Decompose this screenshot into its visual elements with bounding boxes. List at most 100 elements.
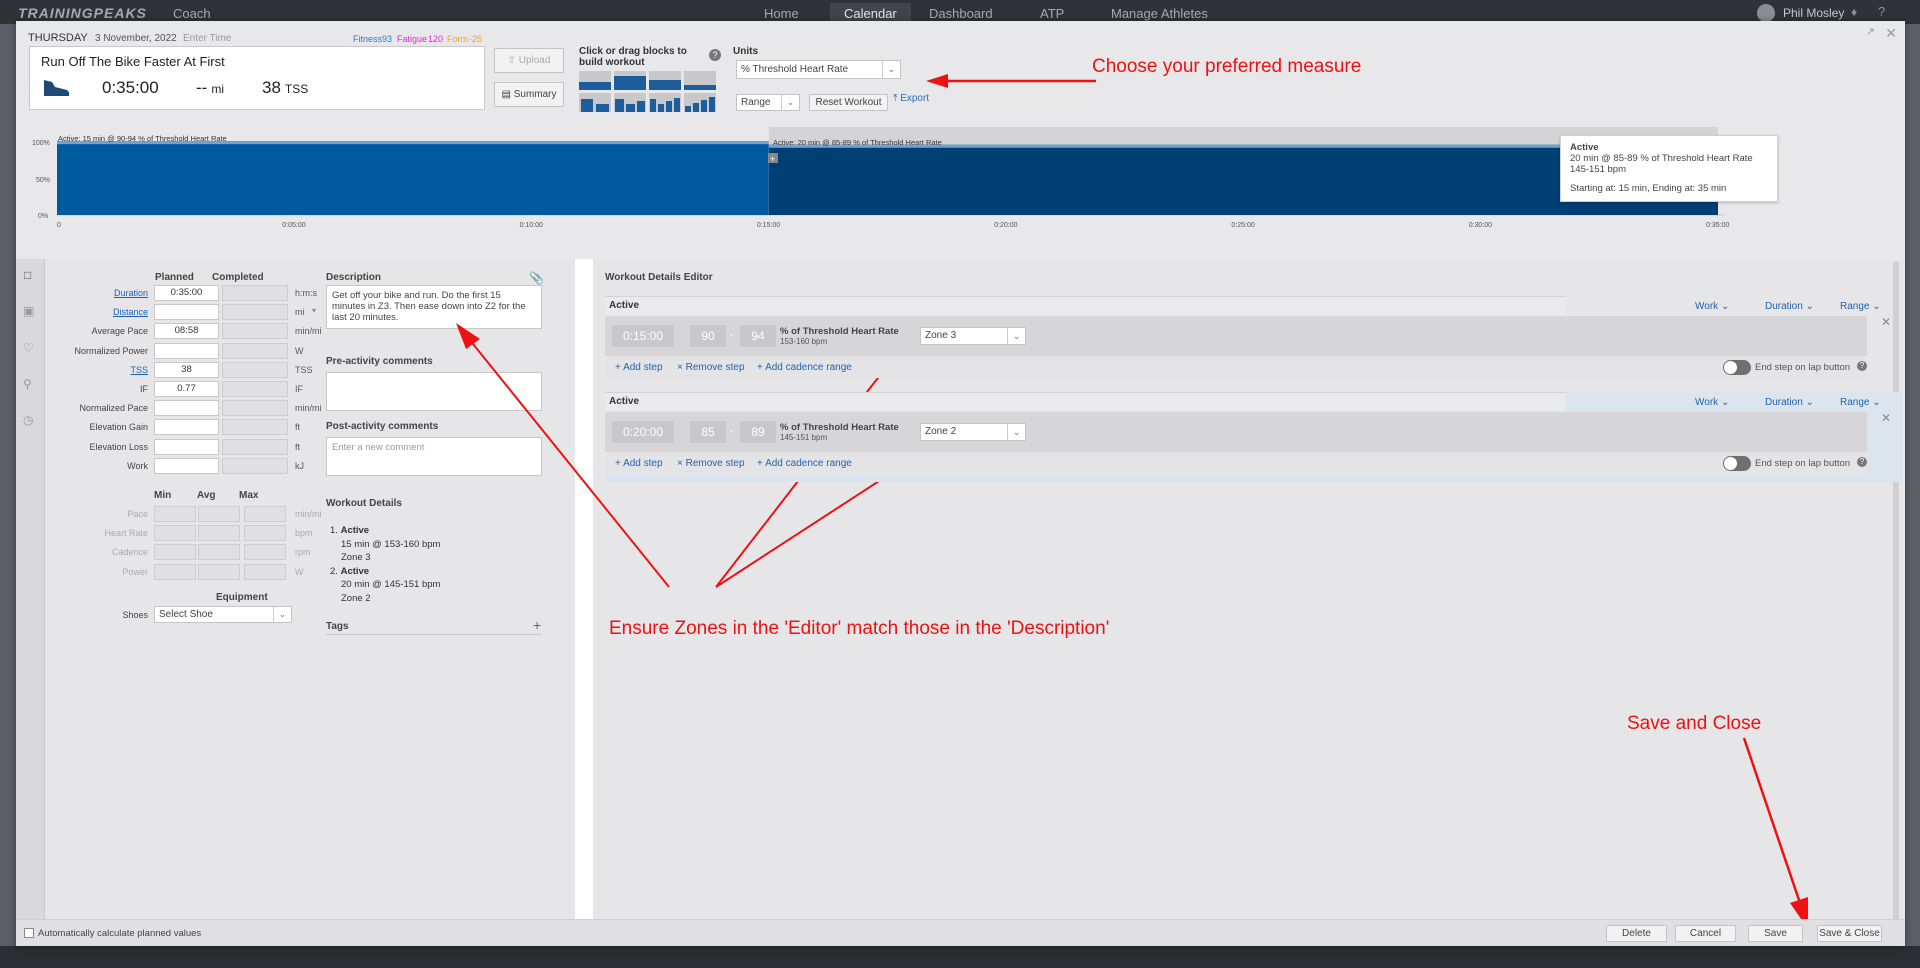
- help-icon[interactable]: ?: [1857, 457, 1867, 467]
- delete-button[interactable]: Delete: [1606, 925, 1667, 942]
- completed-elevation-loss-input[interactable]: [222, 438, 288, 455]
- planned-normalized-pace-input[interactable]: [154, 400, 219, 417]
- completed-normalized-power-input[interactable]: [222, 342, 288, 359]
- add-cadence-link[interactable]: + Add cadence range: [757, 362, 852, 373]
- step-low-input[interactable]: 90: [690, 325, 726, 347]
- summary-label-distance[interactable]: Distance: [46, 307, 148, 317]
- planned-distance-input[interactable]: [154, 304, 219, 321]
- block-active[interactable]: [614, 71, 646, 90]
- editor-step-1[interactable]: Active Work ⌄ Duration ⌄ Range ⌄ ✕ 0:15:00 90-…: [605, 296, 1902, 386]
- reset-workout-button[interactable]: Reset Workout: [809, 94, 888, 111]
- min-input[interactable]: [154, 563, 196, 580]
- nav-home[interactable]: Home: [764, 6, 799, 21]
- completed-tss-input[interactable]: [222, 361, 288, 378]
- max-input[interactable]: [244, 506, 286, 522]
- add-step-link[interactable]: + Add step: [615, 458, 663, 469]
- step-duration-input[interactable]: 0:15:00: [612, 325, 674, 347]
- range-dropdown[interactable]: Range ⌄: [1840, 301, 1881, 312]
- chevron-down-icon[interactable]: ▾: [312, 306, 316, 315]
- remove-step-link[interactable]: × Remove step: [677, 362, 745, 373]
- planned-work-input[interactable]: [154, 457, 219, 474]
- lab-icon[interactable]: ⚲: [23, 377, 37, 391]
- add-cadence-link[interactable]: + Add cadence range: [757, 458, 852, 469]
- duration-dropdown[interactable]: Duration ⌄: [1765, 397, 1814, 408]
- step-high-input[interactable]: 89: [740, 421, 776, 443]
- work-dropdown[interactable]: Work ⌄: [1695, 397, 1729, 408]
- shoes-select[interactable]: Select Shoe ⌄: [154, 606, 292, 623]
- export-link[interactable]: ⤒ Export: [893, 93, 929, 104]
- min-input[interactable]: [154, 506, 196, 522]
- block-four-step[interactable]: [649, 93, 681, 112]
- min-input[interactable]: [154, 525, 196, 542]
- avg-input[interactable]: [198, 506, 240, 522]
- lap-button-toggle[interactable]: [1723, 360, 1751, 375]
- work-dropdown[interactable]: Work ⌄: [1695, 301, 1729, 312]
- block-two-step[interactable]: [579, 93, 611, 112]
- max-input[interactable]: [244, 563, 286, 580]
- completed-normalized-pace-input[interactable]: [222, 400, 288, 417]
- step-low-input[interactable]: 85: [690, 421, 726, 443]
- help-icon[interactable]: ?: [1857, 361, 1867, 371]
- remove-step-icon[interactable]: ✕: [1881, 411, 1891, 425]
- workout-time-input[interactable]: Enter Time: [183, 33, 231, 44]
- document-icon[interactable]: □: [24, 268, 38, 282]
- block-cooldown[interactable]: [684, 71, 716, 90]
- nav-atp[interactable]: ATP: [1040, 6, 1064, 21]
- completed-work-input[interactable]: [222, 457, 288, 474]
- completed-elevation-gain-input[interactable]: [222, 419, 288, 436]
- lap-button-toggle[interactable]: [1723, 456, 1751, 471]
- save-close-button[interactable]: Save & Close: [1817, 925, 1882, 942]
- remove-step-icon[interactable]: ✕: [1881, 315, 1891, 329]
- duration-dropdown[interactable]: Duration ⌄: [1765, 301, 1814, 312]
- block-three-step[interactable]: [614, 93, 646, 112]
- block-recovery[interactable]: [649, 71, 681, 90]
- cancel-button[interactable]: Cancel: [1675, 925, 1736, 942]
- zone-select[interactable]: Zone 2 ⌄: [920, 423, 1026, 441]
- planned-normalized-power-input[interactable]: [154, 342, 219, 359]
- planned-elevation-loss-input[interactable]: [154, 438, 219, 455]
- nav-dashboard[interactable]: Dashboard: [929, 6, 993, 21]
- block-warmup[interactable]: [579, 71, 611, 90]
- block-ramp[interactable]: [684, 93, 716, 112]
- avg-input[interactable]: [198, 525, 240, 542]
- nav-manage-athletes[interactable]: Manage Athletes: [1111, 6, 1208, 21]
- expand-icon[interactable]: ↗: [1866, 25, 1875, 38]
- planned-duration-input[interactable]: 0:35:00: [154, 285, 219, 301]
- close-icon[interactable]: ✕: [1885, 25, 1897, 42]
- editor-step-2[interactable]: Active Work ⌄ Duration ⌄ Range ⌄ ✕ 0:20:00 85-…: [605, 392, 1902, 482]
- range-select[interactable]: Range ⌄: [736, 94, 800, 111]
- zone-select[interactable]: Zone 3 ⌄: [920, 327, 1026, 345]
- help-icon[interactable]: ?: [1878, 4, 1885, 19]
- planned-tss-input[interactable]: 38: [154, 361, 219, 378]
- step-high-input[interactable]: 94: [740, 325, 776, 347]
- planned-average-pace-input[interactable]: 08:58: [154, 323, 219, 340]
- planned-if-input[interactable]: 0.77: [154, 381, 219, 397]
- completed-distance-input[interactable]: [222, 304, 288, 321]
- save-button[interactable]: Save: [1748, 925, 1803, 942]
- trainingpeaks-logo[interactable]: TRAININGPEAKS: [18, 5, 147, 21]
- summary-label-tss[interactable]: TSS: [46, 365, 148, 375]
- summary-label-duration[interactable]: Duration: [46, 288, 148, 298]
- clock-icon[interactable]: ◷: [23, 413, 37, 427]
- workout-title[interactable]: Run Off The Bike Faster At First: [41, 54, 225, 69]
- completed-if-input[interactable]: [222, 381, 288, 397]
- user-name[interactable]: Phil Mosley: [1783, 6, 1844, 20]
- workout-date[interactable]: 3 November, 2022: [95, 33, 177, 44]
- add-step-link[interactable]: + Add step: [615, 362, 663, 373]
- avg-input[interactable]: [198, 563, 240, 580]
- add-tag-icon[interactable]: +: [533, 617, 541, 633]
- range-dropdown[interactable]: Range ⌄: [1840, 397, 1881, 408]
- image-icon[interactable]: ▣: [23, 304, 37, 318]
- attachment-icon[interactable]: 📎: [529, 271, 544, 285]
- units-select[interactable]: % Threshold Heart Rate ⌄: [736, 60, 901, 79]
- step-name[interactable]: Active: [609, 396, 639, 407]
- min-input[interactable]: [154, 544, 196, 561]
- heart-icon[interactable]: ♡: [23, 341, 37, 355]
- upload-button[interactable]: ⇧ Upload: [494, 48, 564, 73]
- summary-button[interactable]: ▤ Summary: [494, 82, 564, 107]
- help-icon[interactable]: ?: [709, 49, 721, 61]
- max-input[interactable]: [244, 525, 286, 542]
- planned-elevation-gain-input[interactable]: [154, 419, 219, 436]
- completed-average-pace-input[interactable]: [222, 323, 288, 340]
- avg-input[interactable]: [198, 544, 240, 561]
